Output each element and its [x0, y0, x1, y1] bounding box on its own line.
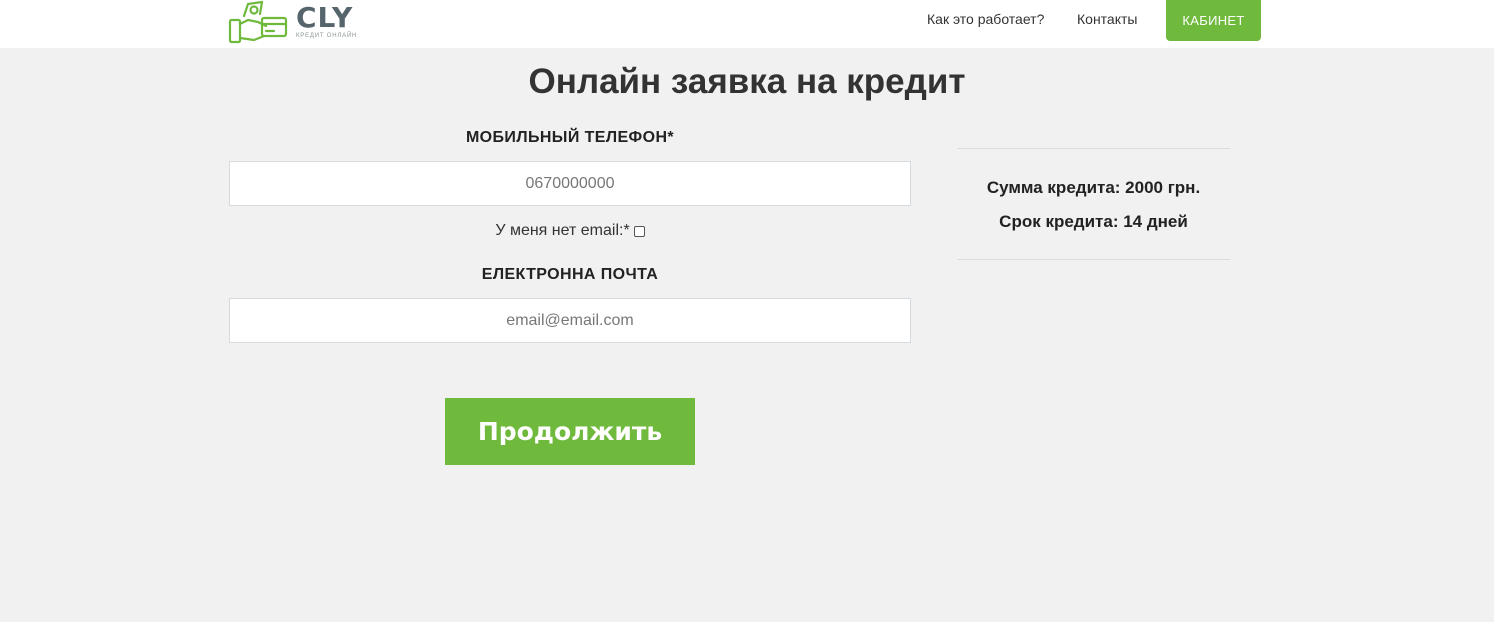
- page-title: Онлайн заявка на кредит: [528, 62, 966, 101]
- no-email-label: У меня нет email:*: [495, 222, 630, 239]
- phone-label: МОБИЛЬНЫЙ ТЕЛЕФОН*: [465, 129, 675, 146]
- email-input[interactable]: [229, 298, 911, 343]
- site-logo[interactable]: CLY КРЕДИТ ОНЛАЙН: [228, 0, 368, 44]
- credit-amount: Сумма кредита: 2000 грн.: [986, 178, 1201, 197]
- no-email-checkbox[interactable]: [633, 225, 645, 237]
- credit-summary: Сумма кредита: 2000 грн. Срок кредита: 1…: [957, 148, 1230, 260]
- email-label: ЕЛЕКТРОННА ПОЧТА: [481, 266, 659, 283]
- continue-button[interactable]: Продолжить: [445, 398, 695, 465]
- no-email-row: У меня нет email:*: [229, 221, 911, 241]
- phone-input[interactable]: [229, 161, 911, 206]
- nav-link-how-it-works[interactable]: Как это работает?: [927, 10, 1044, 28]
- site-header: CLY КРЕДИТ ОНЛАЙН Как это работает? Конт…: [0, 0, 1494, 48]
- logo-subtitle: КРЕДИТ ОНЛАЙН: [296, 33, 358, 39]
- nav-link-contacts[interactable]: Контакты: [1077, 10, 1137, 28]
- money-hand-card-icon: [228, 0, 288, 44]
- credit-term: Срок кредита: 14 дней: [999, 212, 1188, 231]
- cabinet-button[interactable]: КАБИНЕТ: [1166, 0, 1261, 41]
- logo-text: CLY: [296, 1, 354, 34]
